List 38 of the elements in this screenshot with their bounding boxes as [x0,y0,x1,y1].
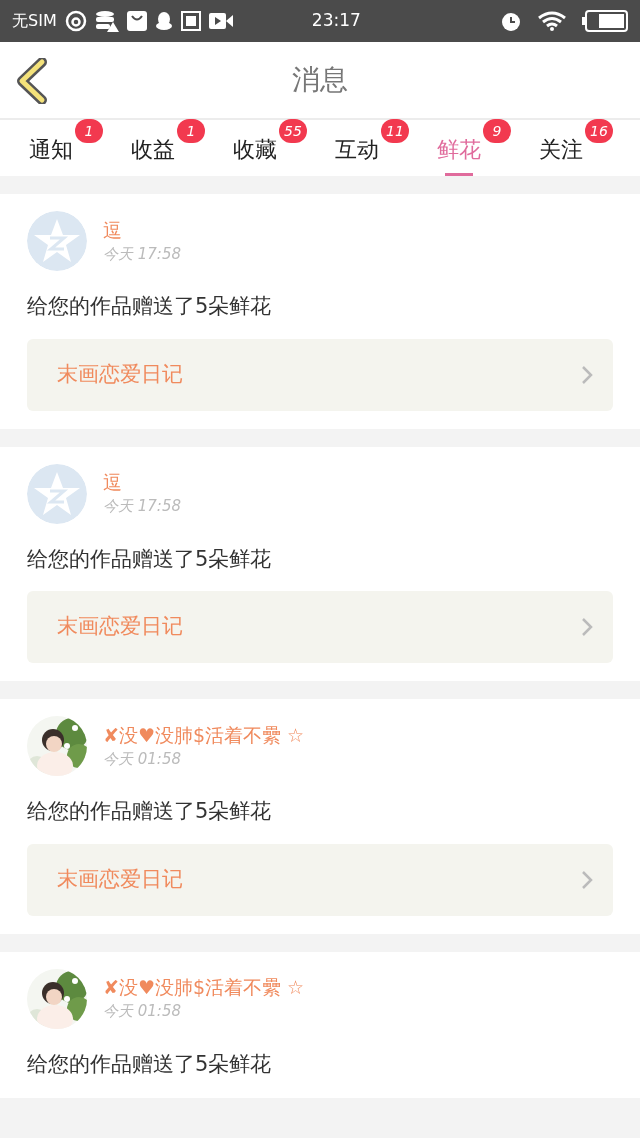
database-warning-icon [94,10,119,32]
count-badge: 16 [585,119,613,143]
count-badge: 1 [75,119,103,143]
message-text: 给您的作品赠送了5朵鲜花 [27,545,273,573]
page-title: 消息 [292,62,348,98]
timestamp: 今天 01:58 [103,748,182,770]
post-link[interactable]: 末画恋爱日记 [27,338,613,411]
timestamp: 今天 17:58 [103,243,181,265]
count-badge: 11 [381,119,409,143]
count-badge: 55 [279,119,307,143]
post-link[interactable]: 末画恋爱日记 [27,591,613,663]
message-text: 给您的作品赠送了5朵鲜花 [27,1050,273,1078]
penguin-icon [154,11,173,31]
back-icon [14,58,48,104]
chevron-right-icon [581,364,593,385]
message-text: 给您的作品赠送了5朵鲜花 [27,798,273,825]
user-name[interactable]: ✘没♥没肺$活着不纍 ☆ [103,721,305,748]
user-name[interactable]: ✘没♥没肺$活着不纍 ☆ [103,974,305,1001]
default-avatar-icon [27,463,87,524]
wifi-icon [538,11,566,31]
clock: 23:17 [310,9,362,33]
timestamp: 今天 01:58 [103,1001,182,1023]
user-name[interactable]: 逗 [103,469,181,496]
user-name[interactable]: 逗 [103,216,181,243]
video-icon [208,12,233,30]
count-badge: 1 [177,119,205,143]
post-link[interactable]: 末画恋爱日记 [27,843,613,916]
count-badge: 9 [483,119,511,143]
back-button[interactable] [14,58,48,104]
chevron-right-icon [581,617,593,637]
carrier-label: 无SIM [12,10,57,32]
default-avatar-icon [27,211,87,271]
bag-icon [126,11,147,31]
chevron-right-icon [581,869,593,890]
alarm-icon [500,10,522,32]
timestamp: 今天 17:58 [103,496,181,518]
battery-icon [582,10,628,32]
message-text: 给您的作品赠送了5朵鲜花 [27,293,273,320]
